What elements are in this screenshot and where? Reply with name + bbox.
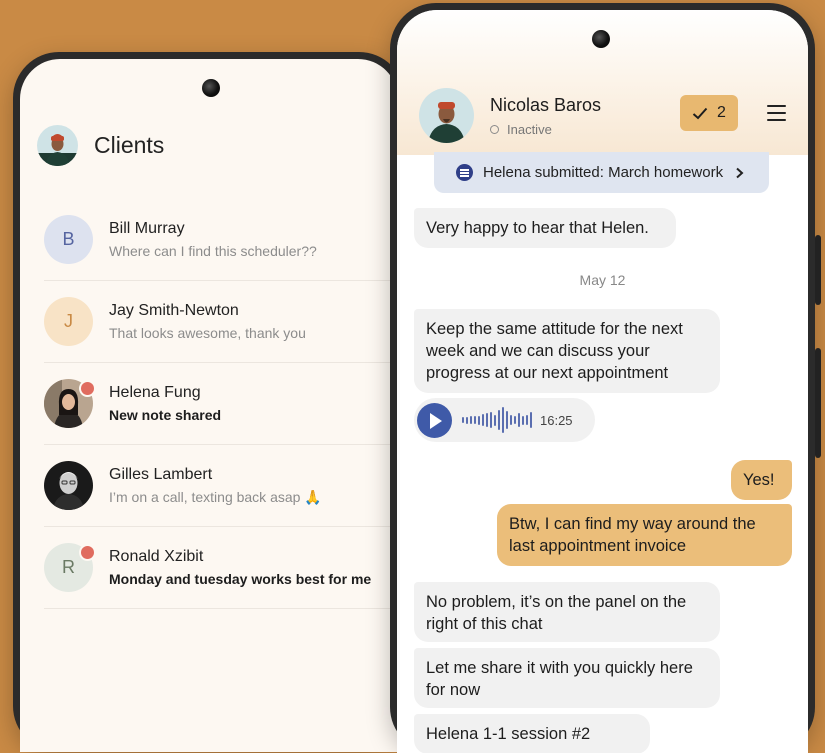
contact-status: Inactive <box>490 122 601 137</box>
client-name: Ronald Xzibit <box>109 548 204 565</box>
waveform-bar <box>502 407 504 433</box>
client-last-message: Monday and tuesday works best for me <box>109 571 372 587</box>
submission-banner[interactable]: Helena submitted: March homework <box>434 152 769 193</box>
message-bubble[interactable]: Very happy to hear that Helen. <box>414 208 676 248</box>
unread-indicator <box>79 544 96 561</box>
voice-duration: 16:25 <box>540 412 573 428</box>
waveform-bar <box>494 414 496 426</box>
chat-header: Nicolas Baros Inactive 2 <box>397 10 808 155</box>
gilles-photo <box>44 461 93 510</box>
status-label: Inactive <box>507 121 552 137</box>
waveform-bar <box>498 410 500 430</box>
client-row-jay-smith-newton[interactable]: J Jay Smith-Newton That looks awesome, t… <box>44 281 398 363</box>
client-list: B Bill Murray Where can I find this sche… <box>44 199 398 609</box>
message-bubble[interactable]: Let me share it with you quickly here fo… <box>414 648 720 708</box>
client-avatar: B <box>44 215 93 264</box>
waveform-bar <box>526 415 528 425</box>
client-last-message: Where can I find this scheduler?? <box>109 243 317 259</box>
waveform-bar <box>518 413 520 427</box>
tasks-count: 2 <box>717 104 726 121</box>
play-button-icon[interactable] <box>417 402 452 438</box>
page-title: Clients <box>94 132 165 158</box>
client-row-bill-murray[interactable]: B Bill Murray Where can I find this sche… <box>44 199 398 281</box>
message-bubble[interactable]: Btw, I can find my way around the last a… <box>497 504 792 566</box>
chat-phone: Nicolas Baros Inactive 2 Helena submitte… <box>390 3 821 753</box>
message-bubble[interactable]: Keep the same attitude for the next week… <box>414 309 720 393</box>
client-avatar: R <box>44 543 96 592</box>
chat-screen: Nicolas Baros Inactive 2 Helena submitte… <box>397 10 808 753</box>
user-avatar[interactable] <box>37 125 78 166</box>
waveform-bar <box>510 415 512 425</box>
message-bubble[interactable]: Yes! <box>731 460 792 500</box>
contact-avatar <box>419 88 474 143</box>
message-bubble[interactable]: No problem, it’s on the panel on the rig… <box>414 582 720 642</box>
contact-name: Nicolas Baros <box>490 94 602 115</box>
client-row-ronald-xzibit[interactable]: R Ronald Xzibit Monday and tuesday works… <box>44 527 398 609</box>
chat-contact[interactable]: Nicolas Baros Inactive <box>419 88 601 143</box>
voice-message[interactable]: 16:25 <box>414 398 595 442</box>
waveform-bar <box>490 412 492 428</box>
waveform <box>462 405 534 435</box>
waveform-bar <box>506 411 508 429</box>
volume-button <box>815 235 821 305</box>
client-name: Gilles Lambert <box>109 465 213 483</box>
client-last-message: That looks awesome, thank you <box>109 325 306 341</box>
menu-icon[interactable] <box>767 105 786 121</box>
client-avatar <box>44 461 93 510</box>
clients-header: Clients <box>37 125 164 166</box>
check-icon <box>692 107 708 119</box>
tasks-badge-button[interactable]: 2 <box>680 95 738 131</box>
front-camera <box>202 79 220 97</box>
waveform-bar <box>462 417 464 423</box>
list-icon <box>456 164 473 181</box>
waveform-bar <box>514 416 516 424</box>
submission-text: Helena submitted: March homework <box>483 164 724 181</box>
client-avatar <box>44 379 96 428</box>
client-row-helena-fung[interactable]: Helena Fung New note shared <box>44 363 398 445</box>
client-row-gilles-lambert[interactable]: Gilles Lambert I’m on a call, texting ba… <box>44 445 398 527</box>
client-last-message: I’m on a call, texting back asap 🙏 <box>109 488 322 505</box>
client-name: Helena Fung <box>109 384 201 401</box>
chevron-right-icon <box>736 167 744 178</box>
status-ring-icon <box>490 124 499 134</box>
front-camera <box>592 30 610 48</box>
client-name: Bill Murray <box>109 220 185 237</box>
waveform-bar <box>470 416 472 424</box>
waveform-bar <box>466 416 468 424</box>
client-avatar: J <box>44 297 93 346</box>
clients-screen: Clients B Bill Murray Where can I find t… <box>20 59 398 752</box>
power-button <box>815 348 821 458</box>
waveform-bar <box>478 415 480 425</box>
waveform-bar <box>530 412 532 428</box>
waveform-bar <box>474 416 476 424</box>
client-name: Jay Smith-Newton <box>109 302 239 319</box>
waveform-bar <box>482 414 484 426</box>
message-bubble[interactable]: Helena 1-1 session #2 <box>414 714 650 753</box>
date-separator: May 12 <box>579 272 626 288</box>
initial-avatar: J <box>44 297 93 346</box>
client-last-message: New note shared <box>109 407 222 423</box>
unread-indicator <box>79 380 96 397</box>
waveform-bar <box>486 413 488 427</box>
clients-phone: Clients B Bill Murray Where can I find t… <box>13 52 405 752</box>
waveform-bar <box>522 415 524 425</box>
initial-avatar: B <box>44 215 93 264</box>
